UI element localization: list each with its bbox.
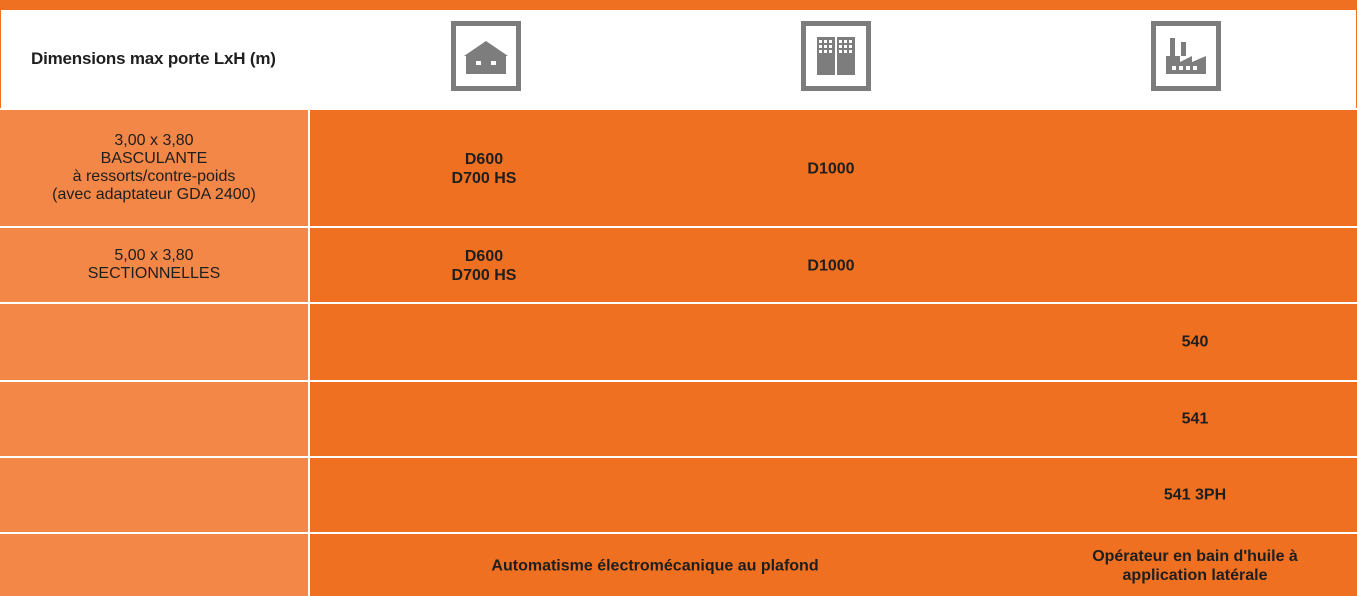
row-values-cell: D600 D700 HS D1000: [310, 110, 1357, 226]
table-row: 5,00 x 3,80 SECTIONNELLES D600 D700 HS D…: [0, 226, 1357, 302]
model-541-3ph: 541 3PH: [1163, 486, 1227, 504]
dimensions-header: Dimensions max porte LxH (m): [31, 49, 276, 68]
apartment-building-icon: [801, 21, 871, 91]
model-540: 540: [1181, 333, 1209, 351]
table-row: 3,00 x 3,80 BASCULANTE à ressorts/contre…: [0, 108, 1357, 226]
row-dimension-cell: [0, 304, 310, 380]
model-541: 541: [1181, 410, 1209, 428]
door-detail: à ressorts/contre-poids: [72, 168, 236, 185]
model-d600: D600: [464, 151, 504, 168]
model-d700hs: D700 HS: [451, 170, 517, 187]
residential-models: D600 D700 HS: [452, 150, 517, 188]
product-table: Dimensions max porte LxH (m) 3,00 x 3,80…: [0, 0, 1357, 596]
row-dimension-cell: [0, 458, 310, 532]
table-row: 541: [0, 380, 1357, 456]
model-d700hs: D700 HS: [451, 267, 517, 284]
ceiling-automation-description: Automatisme électromécanique au plafond: [491, 557, 819, 575]
residential-models: D600 D700 HS: [452, 247, 517, 285]
dimension-size: 3,00 x 3,80: [114, 132, 194, 149]
row-values-cell: 540: [310, 304, 1357, 380]
top-stripe: [0, 0, 1357, 10]
row-values-cell: 541 3PH: [310, 458, 1357, 532]
table-row: Automatisme électromécanique au plafond …: [0, 532, 1357, 596]
row-dimension-cell: [0, 534, 310, 596]
dimension-size: 5,00 x 3,80: [114, 247, 194, 264]
door-type: BASCULANTE: [100, 150, 208, 167]
house-icon: [451, 21, 521, 91]
model-d1000: D1000: [807, 160, 855, 178]
header-row: Dimensions max porte LxH (m): [0, 10, 1357, 108]
row-dimension-cell: [0, 382, 310, 456]
row-dimension-cell: 5,00 x 3,80 SECTIONNELLES: [0, 228, 310, 302]
model-d1000: D1000: [807, 257, 855, 275]
row-values-cell: D600 D700 HS D1000: [310, 228, 1357, 302]
factory-icon: [1151, 21, 1221, 91]
row-values-cell: 541: [310, 382, 1357, 456]
door-adapter-note: (avec adaptateur GDA 2400): [52, 186, 256, 203]
door-type: SECTIONNELLES: [87, 265, 221, 282]
oil-bath-operator-description: Opérateur en bain d'huile à application …: [1092, 548, 1298, 584]
model-d600: D600: [464, 248, 504, 265]
table-row: 540: [0, 302, 1357, 380]
table-row: 541 3PH: [0, 456, 1357, 532]
row-values-cell: Automatisme électromécanique au plafond …: [310, 534, 1357, 596]
row-dimension-cell: 3,00 x 3,80 BASCULANTE à ressorts/contre…: [0, 110, 310, 226]
